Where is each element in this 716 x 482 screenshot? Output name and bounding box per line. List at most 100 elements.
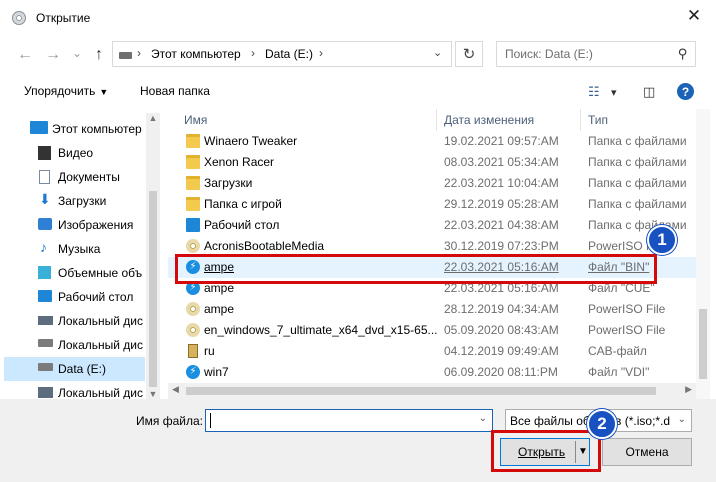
sidebar-item-label: Локальный дис (58, 314, 143, 328)
sidebar-item-label: Документы (58, 170, 120, 184)
file-name: ru (204, 344, 215, 358)
view-menu-chevron-icon[interactable]: ▾ (611, 86, 617, 99)
filename-input[interactable]: ⌄ (205, 409, 493, 432)
file-name: ampe (204, 260, 235, 274)
organize-button[interactable]: Упорядочить ▼ (24, 84, 108, 98)
sidebar-item-this-pc[interactable]: Этот компьютер (4, 117, 145, 141)
recent-locations-chevron-icon[interactable]: ⌄ (66, 42, 88, 64)
back-arrow-icon[interactable]: ← (14, 44, 36, 66)
view-options-icon[interactable]: ☷ (588, 84, 600, 100)
file-row-highlighted[interactable]: ⚡ ampe 22.03.2021 05:16:AM Файл "BIN" (168, 257, 696, 278)
pictures-icon (38, 218, 52, 230)
refresh-icon[interactable]: ↻ (455, 41, 483, 67)
drive-icon (38, 387, 53, 398)
search-placeholder: Поиск: Data (E:) (505, 47, 593, 61)
file-row[interactable]: Winaero Tweaker 19.02.2021 09:57:AM Папк… (168, 131, 696, 152)
sidebar-item-desktop[interactable]: Рабочий стол (4, 285, 145, 309)
scroll-up-icon[interactable]: ▲ (146, 113, 160, 123)
file-name: Загрузки (204, 176, 253, 190)
file-type: Файл "VDI" (588, 365, 650, 379)
horizontal-scroll-thumb[interactable] (186, 387, 656, 395)
chevron-down-icon[interactable]: ⌄ (479, 413, 487, 424)
column-divider[interactable] (580, 109, 581, 131)
column-headers: ⌃ Имя Дата изменения Тип (168, 109, 696, 131)
file-name: Папка с игрой (204, 197, 282, 211)
file-date: 19.02.2021 09:57:AM (444, 134, 559, 148)
sidebar-item-data-e[interactable]: Data (E:) (4, 357, 145, 381)
file-row[interactable]: Загрузки 22.03.2021 10:04:AM Папка с фай… (168, 173, 696, 194)
file-row[interactable]: ampe 28.12.2019 04:34:AM PowerISO File (168, 299, 696, 320)
sidebar-item-videos[interactable]: Видео (4, 141, 145, 165)
window-title: Открытие (36, 11, 91, 25)
file-date: 04.12.2019 09:49:AM (444, 344, 559, 358)
scroll-down-icon[interactable]: ▼ (146, 389, 160, 399)
sidebar-item-local-disk[interactable]: Локальный дис (4, 381, 145, 399)
sidebar-item-local-disk-c[interactable]: Локальный дис (4, 309, 145, 333)
chevron-down-icon: ▼ (99, 87, 109, 97)
drive-icon (38, 339, 53, 347)
breadcrumb-separator-icon[interactable]: › (251, 46, 255, 60)
preview-pane-icon[interactable]: ◫ (643, 84, 655, 100)
file-type: CAB-файл (588, 344, 647, 358)
column-header-name[interactable]: Имя (184, 113, 207, 127)
video-icon (38, 146, 51, 160)
open-button[interactable]: Открыть ▼ (500, 438, 590, 466)
search-icon[interactable]: ⚲ (678, 46, 688, 62)
breadcrumb-separator-icon[interactable]: › (137, 46, 141, 60)
forward-arrow-icon[interactable]: → (42, 44, 64, 66)
sidebar-item-local-disk-d[interactable]: Локальный дис (4, 333, 145, 357)
sidebar-scrollbar[interactable]: ▲ ▼ (146, 113, 160, 399)
file-row[interactable]: Рабочий стол 22.03.2021 04:38:AM Папка с… (168, 215, 696, 236)
column-header-type[interactable]: Тип (588, 113, 608, 127)
up-arrow-icon[interactable]: ↑ (88, 44, 110, 66)
scroll-left-icon[interactable]: ◀ (172, 384, 179, 395)
new-folder-button[interactable]: Новая папка (140, 84, 210, 98)
sidebar-item-documents[interactable]: Документы (4, 165, 145, 189)
open-options-arrow-icon[interactable]: ▼ (578, 446, 588, 457)
file-row[interactable]: ru 04.12.2019 09:49:AM CAB-файл (168, 341, 696, 362)
title-bar: Открытие ✕ (0, 0, 716, 36)
column-header-date[interactable]: Дата изменения (444, 113, 534, 127)
sidebar-item-pictures[interactable]: Изображения (4, 213, 145, 237)
organize-label: Упорядочить (24, 84, 96, 98)
sidebar-item-music[interactable]: ♪ Музыка (4, 237, 145, 261)
cancel-button[interactable]: Отмена (602, 438, 692, 466)
file-list-horizontal-scrollbar[interactable]: ◀ ▶ (168, 383, 696, 399)
search-box[interactable]: Поиск: Data (E:) ⚲ (496, 41, 696, 67)
file-row[interactable]: Папка с игрой 29.12.2019 05:28:AM Папка … (168, 194, 696, 215)
command-bar: Упорядочить ▼ Новая папка ☷ ▾ ◫ (0, 78, 716, 106)
sidebar-item-downloads[interactable]: ⬇ Загрузки (4, 189, 145, 213)
vertical-scroll-thumb[interactable] (699, 309, 707, 379)
file-type: PowerISO File (588, 302, 666, 316)
vdi-file-icon: ⚡ (186, 365, 200, 379)
desktop-icon (38, 290, 52, 302)
breadcrumb-separator-icon[interactable]: › (319, 46, 323, 60)
disc-image-icon (186, 323, 200, 337)
close-icon[interactable]: ✕ (672, 0, 716, 32)
sidebar-scroll-thumb[interactable] (149, 191, 157, 387)
desktop-folder-icon (186, 218, 200, 232)
address-history-chevron-icon[interactable]: ⌄ (433, 46, 442, 59)
sidebar-item-label: Локальный дис (58, 386, 143, 399)
drive-icon (38, 363, 53, 371)
column-divider[interactable] (436, 109, 437, 131)
file-type: PowerISO File (588, 323, 666, 337)
bin-file-icon: ⚡ (186, 260, 200, 274)
documents-icon (39, 170, 50, 184)
file-row[interactable]: AcronisBootableMedia 30.12.2019 07:23:PM… (168, 236, 696, 257)
chevron-down-icon[interactable]: ⌄ (678, 414, 686, 425)
file-type: Папка с файлами (588, 197, 687, 211)
breadcrumb-this-pc[interactable]: Этот компьютер (151, 47, 241, 61)
file-row[interactable]: ⚡ ampe 22.03.2021 05:16:AM Файл "CUE" (168, 278, 696, 299)
scroll-right-icon[interactable]: ▶ (685, 384, 692, 395)
address-bar[interactable]: › Этот компьютер › Data (E:) › ⌄ (112, 41, 452, 67)
file-row[interactable]: Xenon Racer 08.03.2021 05:34:AM Папка с … (168, 152, 696, 173)
file-name: ampe (204, 281, 235, 295)
breadcrumb-data-drive[interactable]: Data (E:) (265, 47, 313, 61)
annotation-badge-2: 2 (587, 409, 617, 439)
sidebar-item-3d-objects[interactable]: Объемные объ (4, 261, 145, 285)
file-row[interactable]: ⚡ win7 06.09.2020 08:11:PM Файл "VDI" (168, 362, 696, 383)
file-list-vertical-scrollbar[interactable] (696, 109, 710, 399)
file-row[interactable]: en_windows_7_ultimate_x64_dvd_x15-65... … (168, 320, 696, 341)
help-icon[interactable]: ? (677, 83, 694, 100)
